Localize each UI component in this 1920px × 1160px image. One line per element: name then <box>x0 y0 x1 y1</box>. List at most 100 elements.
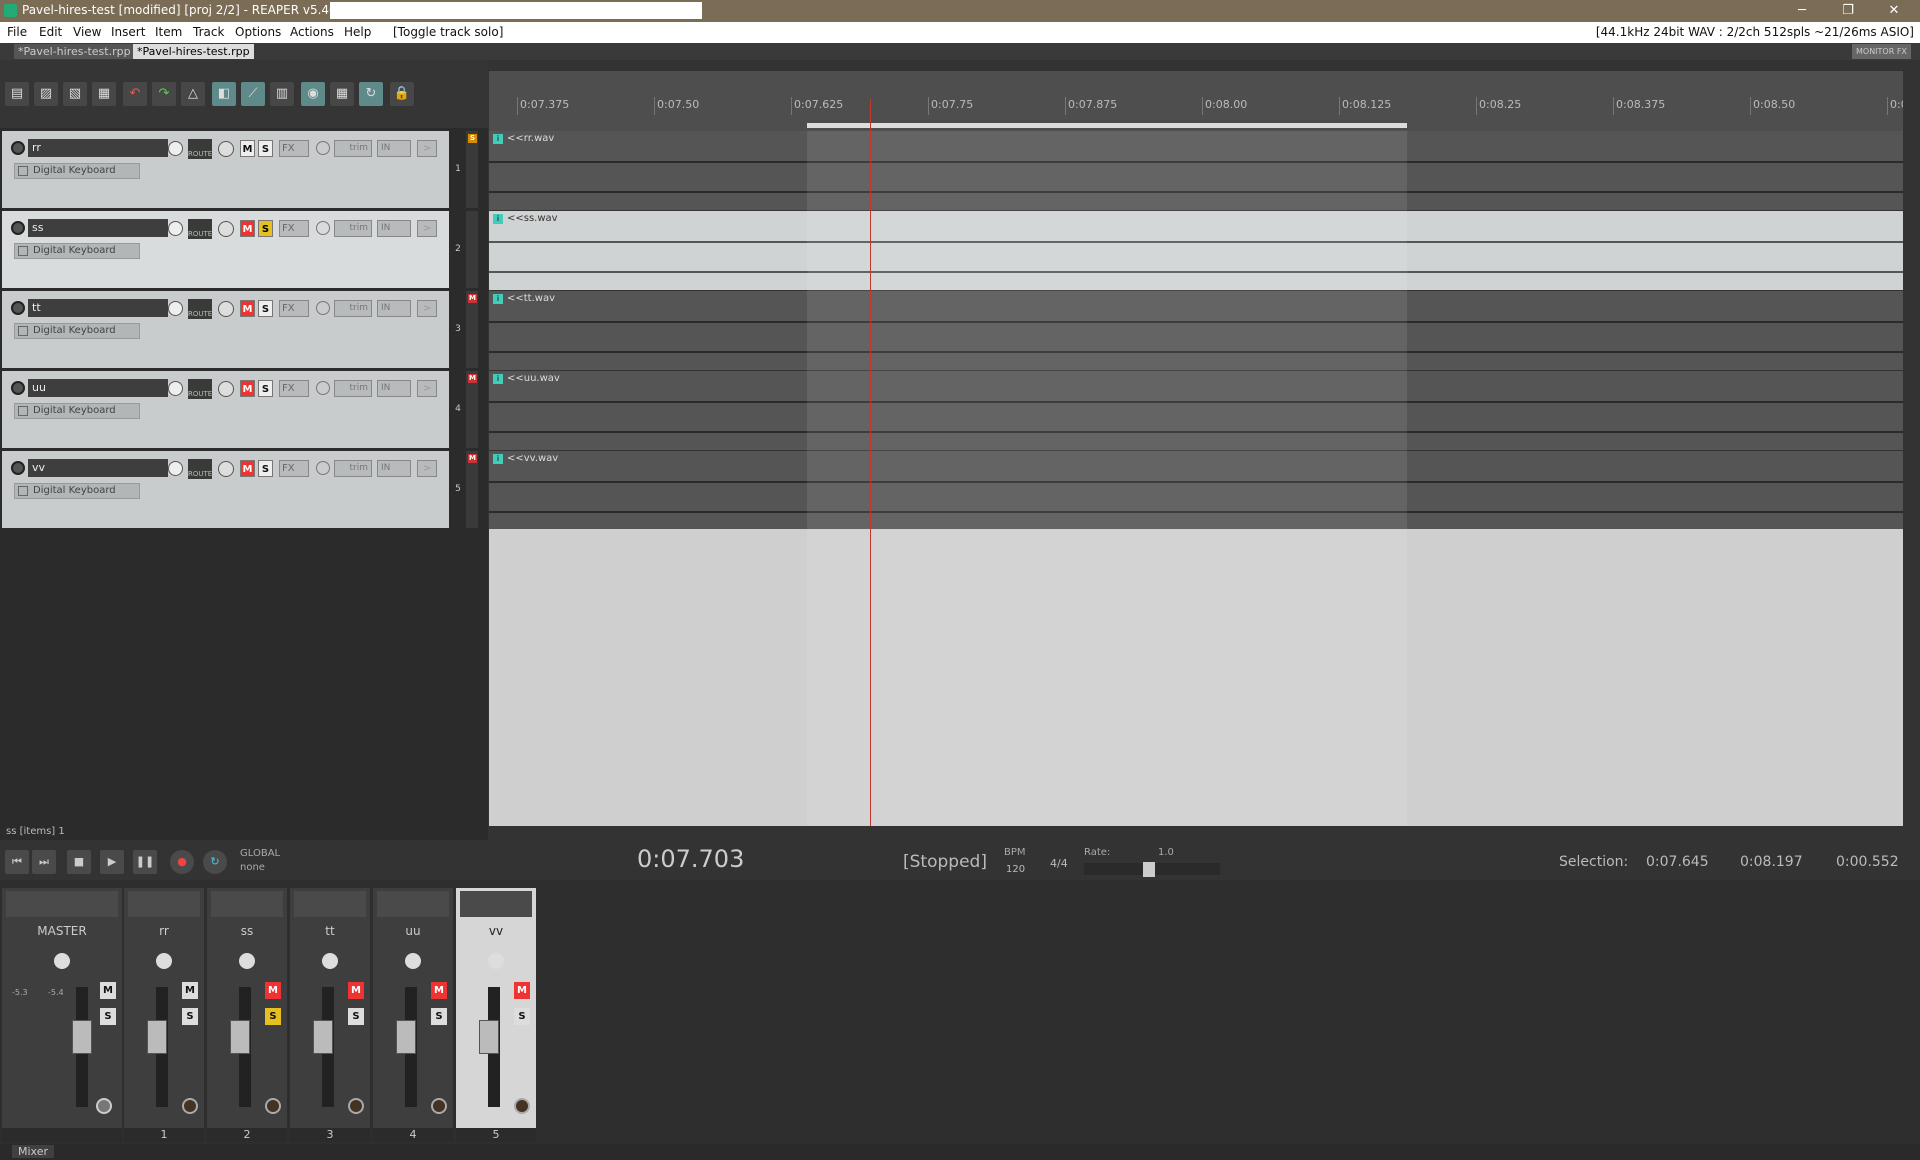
arrange-view[interactable]: 0:07.375 0:07.50 0:07.625 0:07.75 0:07.875 0:… <box>489 71 1903 826</box>
track-name-field[interactable]: uu <box>28 379 168 397</box>
menu-help[interactable]: Help <box>344 25 371 39</box>
volume-knob[interactable] <box>168 381 183 396</box>
time-display[interactable]: 0:07.703 <box>637 845 744 873</box>
master-solo-button[interactable]: S <box>100 1008 116 1025</box>
selection-length[interactable]: 0:00.552 <box>1836 854 1899 870</box>
pan-knob[interactable] <box>218 461 234 477</box>
send-arrow-icon[interactable]: > <box>417 380 437 397</box>
mute-button[interactable]: M <box>240 380 255 397</box>
locking-icon[interactable]: ↻ <box>359 82 383 106</box>
fx-button[interactable]: FX <box>279 220 309 237</box>
mute-button[interactable]: M <box>240 300 255 317</box>
time-signature[interactable]: 4/4 <box>1050 857 1068 870</box>
strip-solo-button[interactable]: S <box>431 1008 447 1025</box>
input-button[interactable]: IN <box>377 380 411 397</box>
instrument-select[interactable]: Digital Keyboard <box>14 243 140 259</box>
strip-pan-knob[interactable] <box>405 953 421 969</box>
close-button[interactable]: ✕ <box>1872 0 1916 22</box>
strip-routing-area[interactable] <box>294 891 366 917</box>
metronome-icon[interactable]: △ <box>181 82 205 106</box>
strip-fader[interactable] <box>313 1020 333 1054</box>
menu-options[interactable]: Options <box>235 25 281 39</box>
track-name-field[interactable]: tt <box>28 299 168 317</box>
strip-record-arm-icon[interactable] <box>514 1098 530 1114</box>
mute-button[interactable]: M <box>240 140 255 157</box>
audio-device-status[interactable]: [44.1kHz 24bit WAV : 2/2ch 512spls ~21/2… <box>1596 25 1914 39</box>
strip-pan-knob[interactable] <box>156 953 172 969</box>
route-button[interactable]: ROUTE <box>188 459 212 479</box>
master-mute-button[interactable]: M <box>100 982 116 999</box>
record-arm-icon[interactable] <box>11 381 25 395</box>
stop-button[interactable]: ■ <box>67 850 91 874</box>
strip-record-arm-icon[interactable] <box>182 1098 198 1114</box>
instrument-select[interactable]: Digital Keyboard <box>14 323 140 339</box>
monitor-fx-button[interactable]: MONITOR FX <box>1852 44 1911 59</box>
strip-fader[interactable] <box>479 1020 499 1054</box>
fx-button[interactable]: FX <box>279 460 309 477</box>
solo-button[interactable]: S <box>258 380 273 397</box>
menu-insert[interactable]: Insert <box>111 25 145 39</box>
strip-fader[interactable] <box>396 1020 416 1054</box>
phase-icon[interactable] <box>316 461 330 475</box>
fx-button[interactable]: FX <box>279 140 309 157</box>
send-arrow-icon[interactable]: > <box>417 140 437 157</box>
track-1[interactable]: rr ROUTE M S FX trim IN > Digital Keyboa… <box>2 131 449 210</box>
selection-start[interactable]: 0:07.645 <box>1646 854 1709 870</box>
track-name-field[interactable]: vv <box>28 459 168 477</box>
input-button[interactable]: IN <box>377 460 411 477</box>
menu-edit[interactable]: Edit <box>39 25 62 39</box>
instrument-select[interactable]: Digital Keyboard <box>14 403 140 419</box>
new-project-icon[interactable]: ▤ <box>5 82 29 106</box>
time-selection-bar[interactable] <box>807 123 1407 128</box>
menu-track[interactable]: Track <box>193 25 224 39</box>
mixer-tab[interactable]: Mixer <box>12 1145 55 1158</box>
phase-icon[interactable] <box>316 221 330 235</box>
play-button[interactable]: ▶ <box>100 850 124 874</box>
title-input-box[interactable] <box>330 2 702 19</box>
pan-knob[interactable] <box>218 141 234 157</box>
menu-actions[interactable]: Actions <box>290 25 334 39</box>
envelope-trim-button[interactable]: trim <box>334 460 372 477</box>
repeat-button[interactable]: ↻ <box>203 850 227 874</box>
send-arrow-icon[interactable]: > <box>417 220 437 237</box>
track-4[interactable]: uu ROUTE M S FX trim IN > Digital Keyboa… <box>2 371 449 450</box>
fx-button[interactable]: FX <box>279 380 309 397</box>
item-info-icon[interactable]: i <box>493 134 503 144</box>
solo-button[interactable]: S <box>258 300 273 317</box>
volume-knob[interactable] <box>168 301 183 316</box>
strip-routing-area[interactable] <box>211 891 283 917</box>
volume-knob[interactable] <box>168 141 183 156</box>
strip-pan-knob[interactable] <box>488 953 504 969</box>
phase-icon[interactable] <box>316 141 330 155</box>
route-button[interactable]: ROUTE <box>188 379 212 399</box>
pan-knob[interactable] <box>218 221 234 237</box>
track-3[interactable]: tt ROUTE M S FX trim IN > Digital Keyboa… <box>2 291 449 370</box>
strip-routing-area[interactable] <box>377 891 449 917</box>
maximize-button[interactable]: ❐ <box>1826 0 1870 22</box>
instrument-select[interactable]: Digital Keyboard <box>14 163 140 179</box>
ripple-edit-icon[interactable]: ▥ <box>270 82 294 106</box>
envelope-points-move-icon[interactable]: ⟋ <box>241 82 265 106</box>
strip-routing-area[interactable] <box>128 891 200 917</box>
solo-button[interactable]: S <box>258 140 273 157</box>
record-arm-icon[interactable] <box>11 461 25 475</box>
volume-knob[interactable] <box>168 461 183 476</box>
item-info-icon[interactable]: i <box>493 214 503 224</box>
strip-record-arm-icon[interactable] <box>431 1098 447 1114</box>
route-button[interactable]: ROUTE <box>188 219 212 239</box>
grouping-icon[interactable]: ◉ <box>301 82 325 106</box>
envelope-trim-button[interactable]: trim <box>334 380 372 397</box>
master-routing-area[interactable] <box>6 891 118 917</box>
strip-solo-button[interactable]: S <box>182 1008 198 1025</box>
record-arm-icon[interactable] <box>11 301 25 315</box>
item-info-icon[interactable]: i <box>493 374 503 384</box>
record-arm-icon[interactable] <box>11 221 25 235</box>
undo-icon[interactable]: ↶ <box>123 82 147 106</box>
master-pan-knob[interactable] <box>54 953 70 969</box>
strip-record-arm-icon[interactable] <box>348 1098 364 1114</box>
envelope-trim-button[interactable]: trim <box>334 220 372 237</box>
redo-icon[interactable]: ↷ <box>152 82 176 106</box>
envelope-trim-button[interactable]: trim <box>334 140 372 157</box>
strip-mute-button[interactable]: M <box>182 982 198 999</box>
send-arrow-icon[interactable]: > <box>417 300 437 317</box>
